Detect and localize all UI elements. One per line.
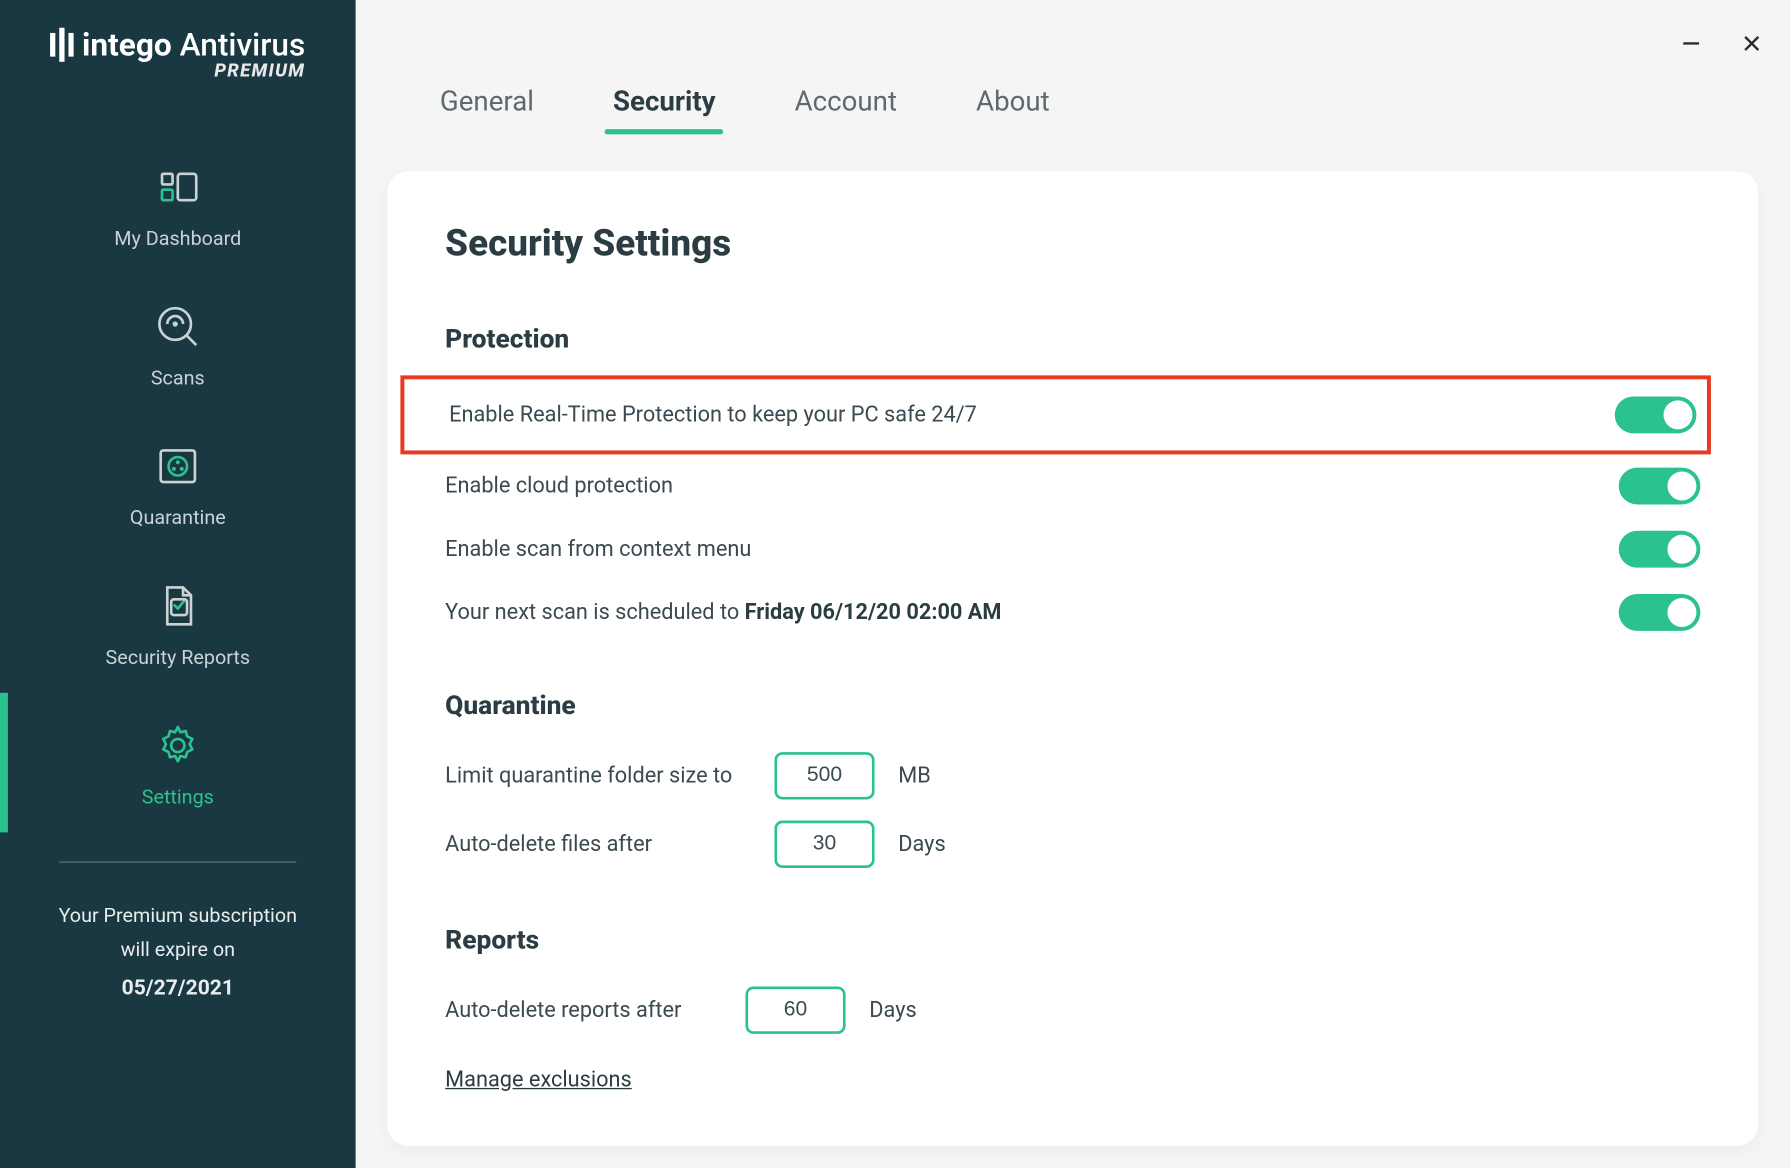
sidebar-item-label: Security Reports: [106, 645, 251, 669]
sidebar-item-security-reports[interactable]: Security Reports: [0, 553, 356, 693]
sidebar-item-scans[interactable]: Scans: [0, 274, 356, 414]
toggle-scheduled-scan[interactable]: [1619, 594, 1701, 631]
section-protection-title: Protection: [445, 323, 1700, 355]
settings-panel: Security Settings Protection Enable Real…: [387, 171, 1758, 1146]
toggle-cloud-protection[interactable]: [1619, 468, 1701, 505]
tab-general[interactable]: General: [440, 87, 534, 134]
sidebar-item-label: Settings: [142, 785, 214, 809]
sidebar-item-dashboard[interactable]: My Dashboard: [0, 134, 356, 274]
tab-about[interactable]: About: [976, 87, 1050, 134]
logo-tier: PREMIUM: [214, 61, 305, 82]
row-quarantine-autodelete: Auto-delete files after Days: [445, 810, 1700, 878]
sidebar-nav: My Dashboard Scans: [0, 134, 356, 832]
row-reports-autodelete: Auto-delete reports after Days: [445, 976, 1700, 1044]
row-label: Enable cloud protection: [445, 473, 673, 498]
row-quarantine-limit: Limit quarantine folder size to MB: [445, 742, 1700, 810]
unit-label: Days: [869, 998, 916, 1023]
section-quarantine-title: Quarantine: [445, 689, 1700, 721]
row-label: Your next scan is scheduled to Friday 06…: [445, 600, 1001, 625]
minimize-button[interactable]: [1679, 32, 1703, 56]
row-cloud-protection: Enable cloud protection: [445, 454, 1700, 517]
row-label: Limit quarantine folder size to: [445, 763, 751, 788]
reports-autodelete-input[interactable]: [745, 987, 845, 1034]
row-context-menu-scan: Enable scan from context menu: [445, 518, 1700, 581]
logo: intego Antivirus PREMIUM: [27, 26, 329, 81]
row-realtime-protection: Enable Real-Time Protection to keep your…: [400, 375, 1711, 454]
scan-icon: [151, 300, 204, 353]
unit-label: MB: [898, 763, 931, 788]
sidebar-item-label: Scans: [151, 366, 205, 390]
subscription-info: Your Premium subscription will expire on…: [32, 900, 323, 1006]
sidebar-item-settings[interactable]: Settings: [0, 693, 356, 833]
sidebar-item-label: My Dashboard: [114, 227, 241, 251]
close-button[interactable]: [1740, 32, 1764, 56]
window-controls: [1679, 32, 1763, 56]
gear-icon: [151, 719, 204, 772]
logo-text: intego Antivirus: [82, 26, 305, 63]
row-label: Auto-delete reports after: [445, 998, 722, 1023]
quarantine-autodelete-input[interactable]: [774, 821, 874, 868]
sidebar: intego Antivirus PREMIUM My Dashboard: [0, 0, 356, 1168]
logo-icon: [50, 28, 74, 62]
subscription-text: Your Premium subscription: [59, 900, 297, 934]
tabs: General Security Account About: [387, 0, 1758, 134]
main-content: General Security Account About Security …: [356, 0, 1790, 1168]
panel-title: Security Settings: [445, 221, 1700, 264]
tab-account[interactable]: Account: [795, 87, 897, 134]
quarantine-limit-input[interactable]: [774, 752, 874, 799]
unit-label: Days: [898, 832, 945, 857]
section-reports-title: Reports: [445, 923, 1700, 955]
row-label: Enable Real-Time Protection to keep your…: [404, 402, 977, 427]
row-label: Auto-delete files after: [445, 832, 751, 857]
sidebar-item-quarantine[interactable]: Quarantine: [0, 414, 356, 554]
quarantine-icon: [151, 440, 204, 493]
sidebar-item-label: Quarantine: [130, 506, 226, 530]
subscription-date: 05/27/2021: [59, 969, 297, 1005]
row-next-scan: Your next scan is scheduled to Friday 06…: [445, 581, 1700, 644]
tab-security[interactable]: Security: [613, 87, 716, 134]
row-label: Enable scan from context menu: [445, 537, 751, 562]
toggle-realtime-protection[interactable]: [1615, 396, 1697, 433]
subscription-text: will expire on: [59, 933, 297, 967]
toggle-context-menu-scan[interactable]: [1619, 531, 1701, 568]
sidebar-divider: [59, 861, 296, 862]
report-icon: [151, 580, 204, 633]
dashboard-icon: [151, 161, 204, 214]
manage-exclusions-link[interactable]: Manage exclusions: [445, 1068, 632, 1093]
